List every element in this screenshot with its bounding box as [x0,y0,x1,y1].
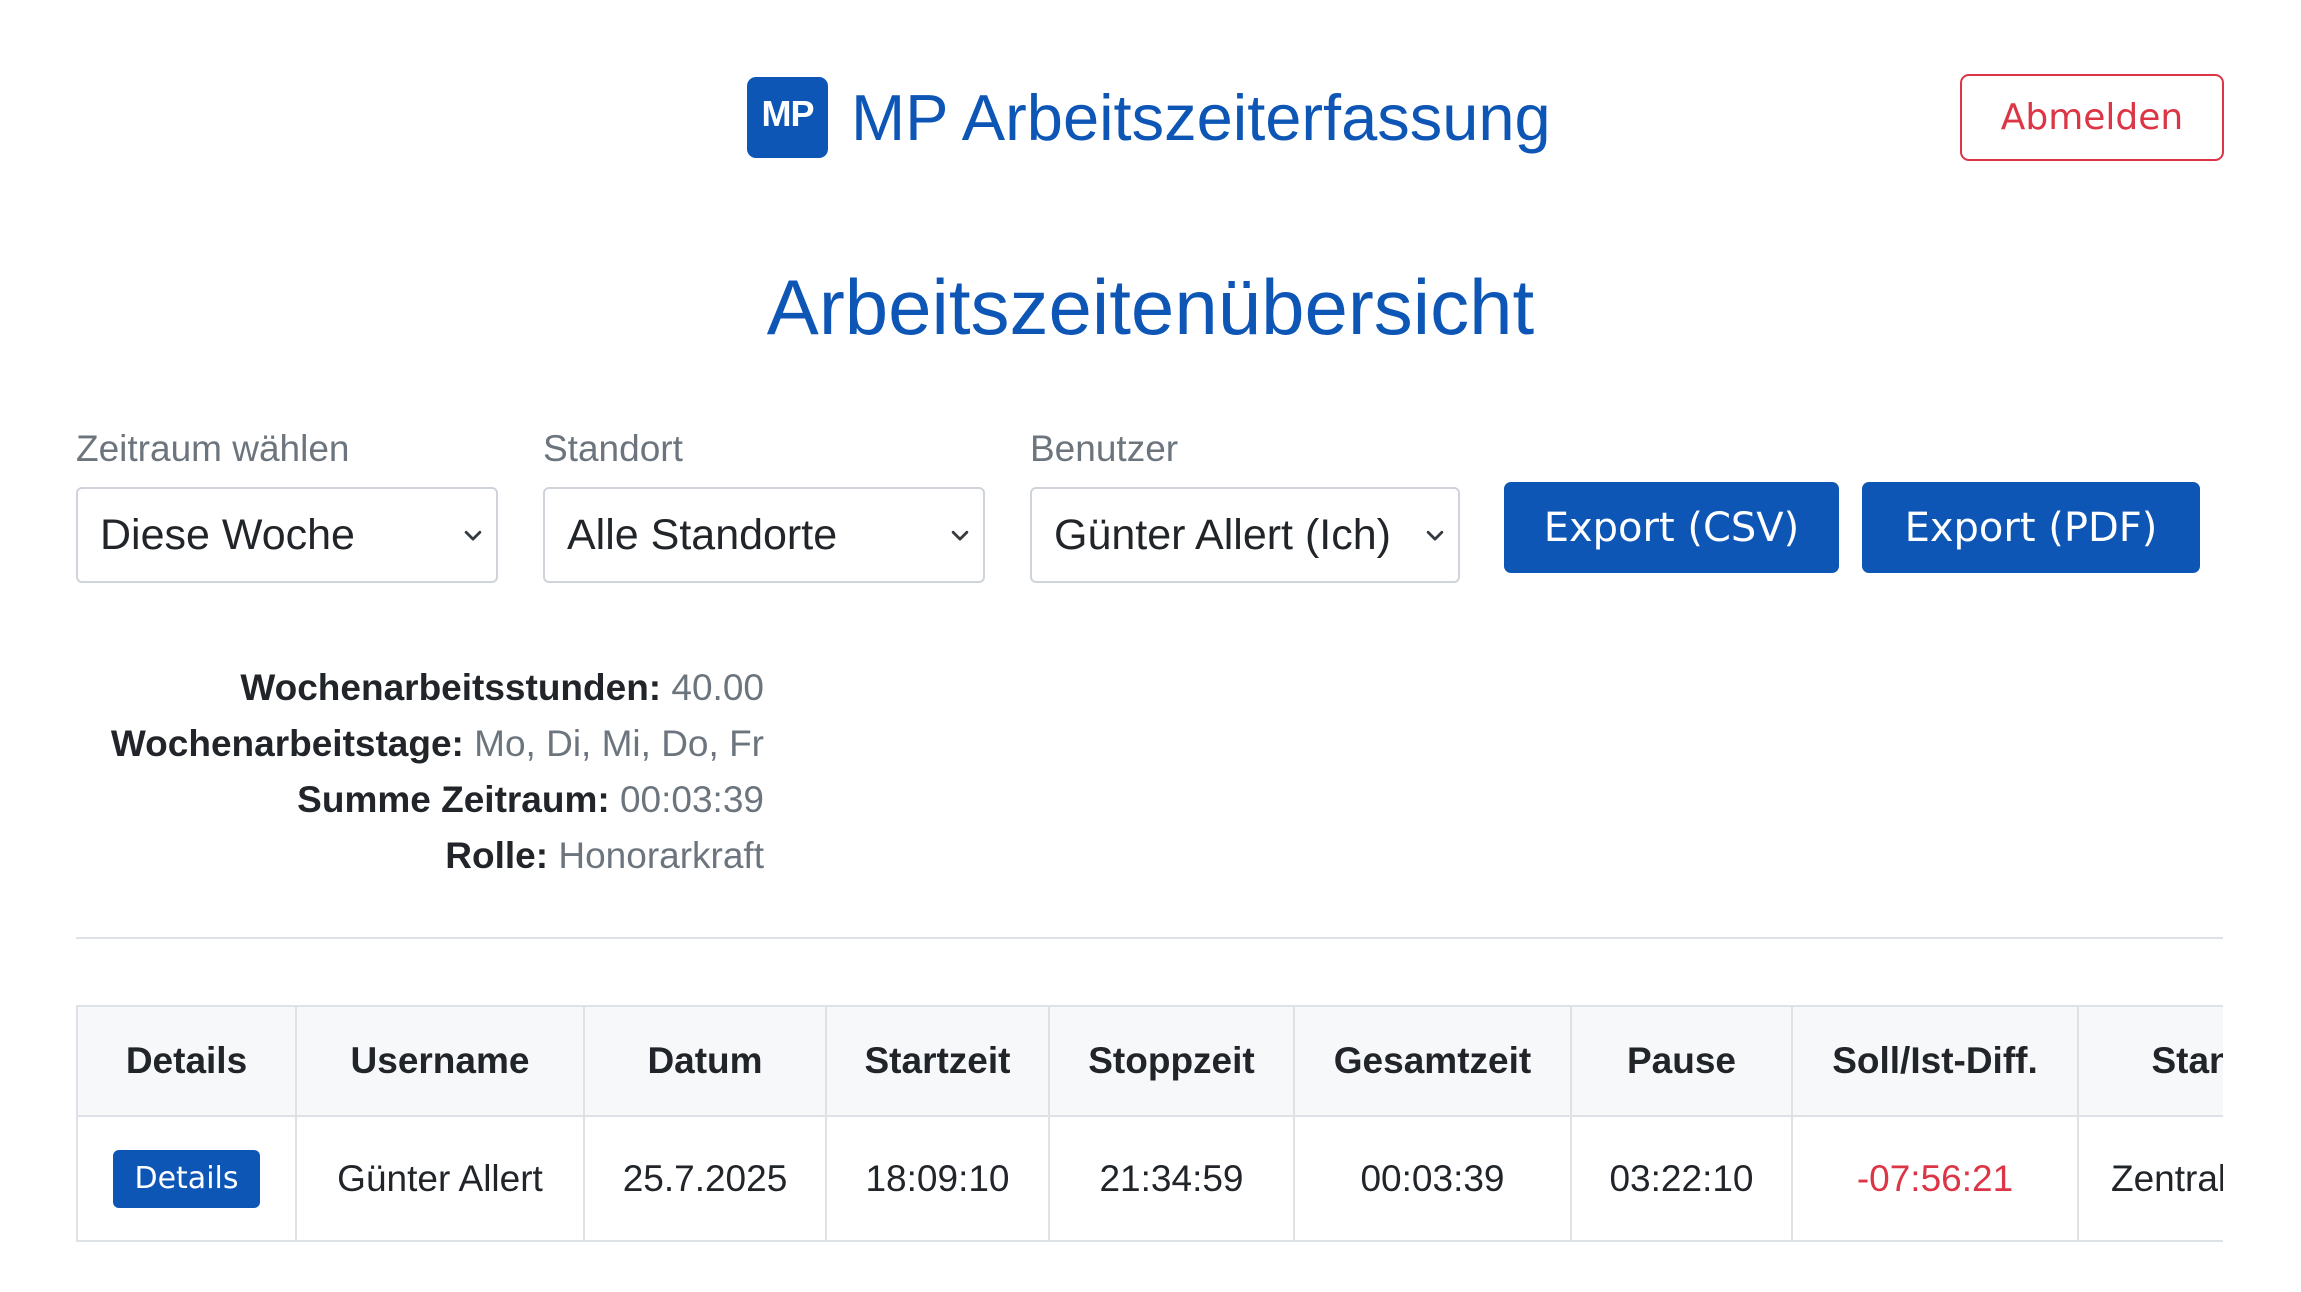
role-row: Rolle: Honorarkraft [76,828,764,884]
location-label: Standort [543,428,683,469]
details-button[interactable]: Details [113,1149,260,1208]
period-select[interactable]: Diese Woche [76,487,498,583]
table-header-row: Details Username Datum Startzeit Stoppze… [76,1005,2223,1117]
cell-diff: -07:56:21 [1791,1115,2079,1242]
weekly-days-label: Wochenarbeitstage: [110,723,464,764]
weekly-hours-row: Wochenarbeitsstunden: 40.00 [76,660,764,716]
period-filter: Zeitraum wählen Diese Woche [76,430,498,583]
column-header-date[interactable]: Datum [583,1005,827,1117]
user-select[interactable]: Günter Allert (Ich) [1030,487,1460,583]
export-csv-button[interactable]: Export (CSV) [1504,482,1839,573]
period-select-value: Diese Woche [100,510,355,559]
app-title: MP Arbeitszeiterfassung [851,81,1551,154]
table-row: Details Günter Allert 25.7.2025 18:09:10… [76,1115,2223,1242]
column-header-details[interactable]: Details [76,1005,297,1117]
weekly-days-row: Wochenarbeitstage: Mo, Di, Mi, Do, Fr [76,716,764,772]
divider [76,937,2223,939]
time-table: Details Username Datum Startzeit Stoppze… [76,1005,2223,1242]
column-header-total[interactable]: Gesamtzeit [1293,1005,1572,1117]
export-pdf-button[interactable]: Export (PDF) [1862,482,2200,573]
column-header-username[interactable]: Username [295,1005,585,1117]
location-filter: Standort Alle Standorte [543,430,985,583]
period-label: Zeitraum wählen [76,428,350,469]
weekly-hours-label: Wochenarbeitsstunden: [240,667,662,708]
period-sum-label: Summe Zeitraum: [297,779,610,820]
cell-pause: 03:22:10 [1570,1115,1793,1242]
column-header-location[interactable]: Standort [2077,1005,2223,1117]
column-header-pause[interactable]: Pause [1570,1005,1793,1117]
page: MP MP Arbeitszeiterfassung Abmelden Arbe… [0,0,2301,1292]
column-header-start[interactable]: Startzeit [825,1005,1050,1117]
weekly-hours-value: 40.00 [671,667,764,708]
weekly-days-value: Mo, Di, Mi, Do, Fr [474,723,764,764]
cell-total: 00:03:39 [1293,1115,1572,1242]
column-header-stop[interactable]: Stoppzeit [1048,1005,1295,1117]
cell-stop: 21:34:59 [1048,1115,1295,1242]
user-label: Benutzer [1030,428,1179,469]
chevron-down-icon [1426,530,1444,541]
time-table-container[interactable]: Details Username Datum Startzeit Stoppze… [76,1005,2223,1242]
cell-location: Zentrale [2077,1115,2223,1242]
role-value: Honorarkraft [558,835,764,876]
location-select-value: Alle Standorte [567,510,838,559]
location-select[interactable]: Alle Standorte [543,487,985,583]
chevron-down-icon [464,530,482,541]
column-header-diff[interactable]: Soll/Ist-Diff. [1791,1005,2079,1117]
cell-details: Details [76,1115,297,1242]
page-title: Arbeitszeitenübersicht [766,263,1535,351]
user-select-value: Günter Allert (Ich) [1054,510,1391,559]
summary-info: Wochenarbeitsstunden: 40.00 Wochenarbeit… [76,660,764,884]
cell-date: 25.7.2025 [583,1115,827,1242]
chevron-down-icon [951,530,969,541]
cell-start: 18:09:10 [825,1115,1050,1242]
brand[interactable]: MP MP Arbeitszeiterfassung [747,77,1551,158]
logout-button[interactable]: Abmelden [1960,74,2224,161]
period-sum-row: Summe Zeitraum: 00:03:39 [76,772,764,828]
period-sum-value: 00:03:39 [619,779,764,820]
role-label: Rolle: [445,835,549,876]
logo-badge: MP [747,77,828,158]
cell-username: Günter Allert [295,1115,585,1242]
user-filter: Benutzer Günter Allert (Ich) [1030,430,1460,583]
